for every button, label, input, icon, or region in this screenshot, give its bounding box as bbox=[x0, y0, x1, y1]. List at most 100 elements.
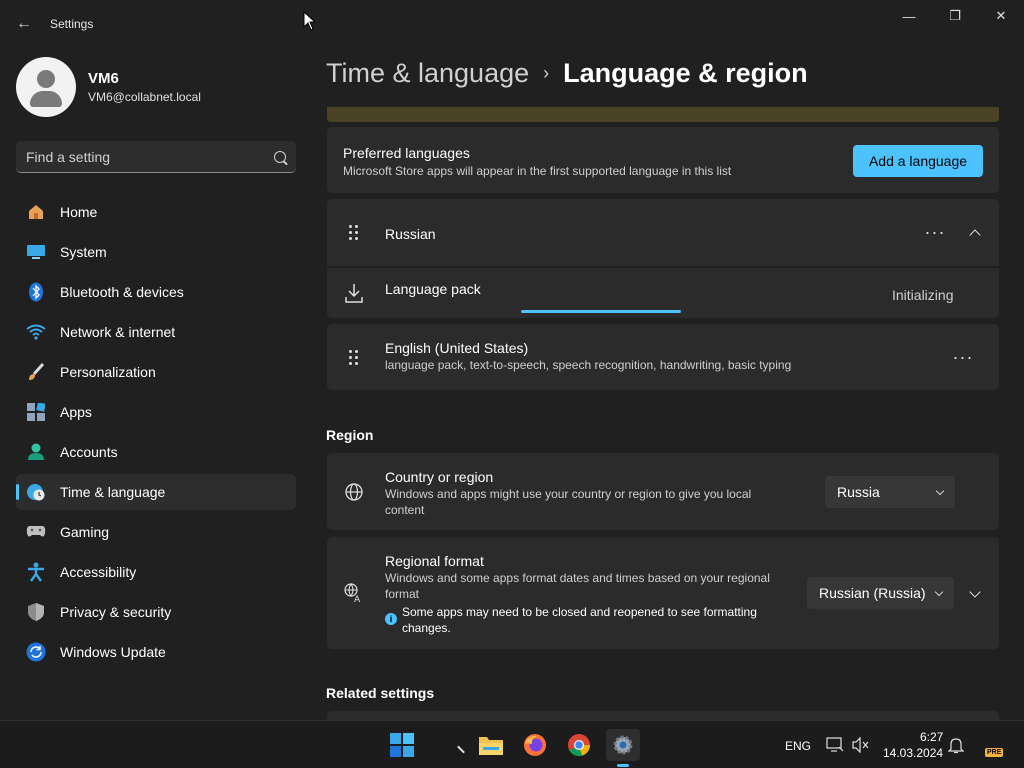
gear-icon bbox=[613, 735, 633, 755]
sidebar-item-accounts[interactable]: Accounts bbox=[16, 434, 296, 470]
breadcrumb-parent[interactable]: Time & language bbox=[326, 58, 529, 88]
chevron-down-icon bbox=[934, 587, 944, 596]
sidebar-item-home[interactable]: Home bbox=[16, 194, 296, 230]
bluetooth-icon bbox=[26, 282, 46, 302]
svg-text:A: A bbox=[354, 595, 361, 603]
minimize-icon: — bbox=[902, 8, 916, 24]
sidebar-item-network[interactable]: Network & internet bbox=[16, 314, 296, 350]
firefox-button[interactable] bbox=[519, 729, 551, 761]
language-features: language pack, text-to-speech, speech re… bbox=[385, 358, 792, 372]
folder-icon bbox=[479, 737, 503, 755]
home-icon bbox=[26, 202, 46, 222]
search-placeholder: Find a setting bbox=[26, 148, 111, 165]
sidebar-item-label: Accounts bbox=[60, 444, 118, 460]
user-profile[interactable]: VM6 VM6@collabnet.local bbox=[16, 57, 201, 117]
language-pack-status: Initializing bbox=[892, 287, 954, 303]
regional-format-dropdown[interactable]: Russian (Russia) bbox=[807, 577, 954, 609]
regional-format-icon: A bbox=[344, 583, 361, 603]
clock-time[interactable]: 6:27 bbox=[920, 730, 943, 744]
country-region-description: Windows and apps might use your country … bbox=[385, 487, 752, 517]
chrome-button[interactable] bbox=[563, 729, 595, 761]
regional-format-title: Regional format bbox=[385, 553, 484, 569]
back-button[interactable]: ← bbox=[10, 12, 38, 36]
sidebar-item-gaming[interactable]: Gaming bbox=[16, 514, 296, 550]
sidebar-nav: Home System Bluetooth & devices Network … bbox=[16, 194, 296, 674]
title-bar: ← Settings — ❐ ✕ bbox=[0, 0, 1024, 48]
sidebar-item-label: Network & internet bbox=[60, 324, 176, 340]
sidebar-item-label: Gaming bbox=[60, 524, 110, 540]
sidebar-item-accessibility[interactable]: Accessibility bbox=[16, 554, 296, 590]
sidebar-item-label: Home bbox=[60, 204, 98, 220]
expand-button[interactable] bbox=[960, 578, 990, 608]
firefox-icon bbox=[524, 734, 546, 756]
apps-icon bbox=[26, 402, 46, 422]
sidebar-item-apps[interactable]: Apps bbox=[16, 394, 296, 430]
sidebar-item-time-language[interactable]: Time & language bbox=[16, 474, 296, 510]
taskbar: ENG 6:27 14.03.2024 PRE bbox=[0, 720, 1024, 768]
language-item-english[interactable]: English (United States) language pack, t… bbox=[327, 324, 999, 390]
download-icon bbox=[345, 284, 363, 303]
country-region-value: Russia bbox=[837, 484, 880, 500]
accounts-icon bbox=[26, 442, 46, 462]
network-status-icon[interactable] bbox=[826, 737, 844, 753]
close-icon: ✕ bbox=[995, 8, 1007, 23]
sidebar-item-label: Personalization bbox=[60, 364, 156, 380]
sidebar-item-label: Apps bbox=[60, 404, 92, 420]
add-language-button[interactable]: Add a language bbox=[853, 145, 983, 177]
volume-muted-icon[interactable] bbox=[852, 737, 870, 753]
search-taskbar-button[interactable] bbox=[440, 729, 472, 761]
chevron-up-icon bbox=[969, 228, 981, 241]
brush-icon bbox=[26, 362, 46, 382]
info-icon: i bbox=[385, 613, 397, 625]
file-explorer-button[interactable] bbox=[475, 729, 507, 761]
back-arrow-icon: ← bbox=[16, 15, 32, 32]
input-language-indicator[interactable]: ENG bbox=[785, 739, 811, 753]
country-region-card: Country or region Windows and apps might… bbox=[327, 453, 999, 530]
chrome-icon bbox=[568, 734, 590, 757]
sidebar-item-windows-update[interactable]: Windows Update bbox=[16, 634, 296, 670]
sidebar-item-bluetooth[interactable]: Bluetooth & devices bbox=[16, 274, 296, 310]
regional-format-note: Some apps may need to be closed and reop… bbox=[402, 605, 757, 635]
language-name: English (United States) bbox=[385, 340, 529, 356]
related-settings-heading: Related settings bbox=[326, 685, 435, 701]
regional-format-card[interactable]: A Regional format Windows and some apps … bbox=[327, 537, 999, 649]
notification-bell-icon[interactable] bbox=[948, 737, 964, 754]
drag-handle-icon[interactable] bbox=[349, 350, 361, 366]
start-button[interactable] bbox=[386, 729, 418, 761]
language-name: Russian bbox=[385, 226, 436, 242]
country-region-dropdown[interactable]: Russia bbox=[825, 476, 955, 508]
sidebar-item-privacy[interactable]: Privacy & security bbox=[16, 594, 296, 630]
regional-format-description: Windows and some apps format dates and t… bbox=[385, 571, 770, 601]
language-pack-progress bbox=[521, 310, 681, 313]
profile-email: VM6@collabnet.local bbox=[88, 90, 201, 104]
language-item-russian[interactable]: Russian ··· bbox=[327, 199, 999, 266]
chevron-down-icon bbox=[969, 585, 981, 598]
drag-handle-icon[interactable] bbox=[349, 225, 361, 241]
collapse-button[interactable] bbox=[960, 217, 990, 247]
sidebar-item-personalization[interactable]: Personalization bbox=[16, 354, 296, 390]
preview-badge: PRE bbox=[985, 748, 1004, 757]
more-options-button[interactable]: ··· bbox=[920, 217, 950, 247]
globe-icon bbox=[345, 483, 363, 501]
active-app-indicator bbox=[617, 764, 629, 767]
sidebar-item-label: System bbox=[60, 244, 107, 260]
accessibility-icon bbox=[26, 562, 46, 582]
related-settings-card bbox=[327, 711, 999, 720]
sidebar-item-label: Bluetooth & devices bbox=[60, 284, 184, 300]
region-heading: Region bbox=[326, 427, 374, 443]
restore-button[interactable]: ❐ bbox=[932, 4, 978, 28]
minimize-button[interactable]: — bbox=[886, 4, 932, 28]
profile-name: VM6 bbox=[88, 70, 119, 87]
country-region-title: Country or region bbox=[385, 469, 494, 485]
search-input[interactable]: Find a setting bbox=[16, 141, 296, 173]
close-button[interactable]: ✕ bbox=[978, 4, 1024, 28]
settings-taskbar-button[interactable] bbox=[606, 729, 640, 767]
system-icon bbox=[26, 242, 46, 262]
network-icon bbox=[26, 322, 46, 342]
sidebar-item-system[interactable]: System bbox=[16, 234, 296, 270]
clock-date[interactable]: 14.03.2024 bbox=[883, 746, 943, 760]
notification-banner-edge bbox=[327, 107, 999, 122]
more-options-button[interactable]: ··· bbox=[948, 342, 978, 372]
preferred-languages-title: Preferred languages bbox=[343, 145, 470, 161]
gaming-icon bbox=[26, 522, 46, 542]
